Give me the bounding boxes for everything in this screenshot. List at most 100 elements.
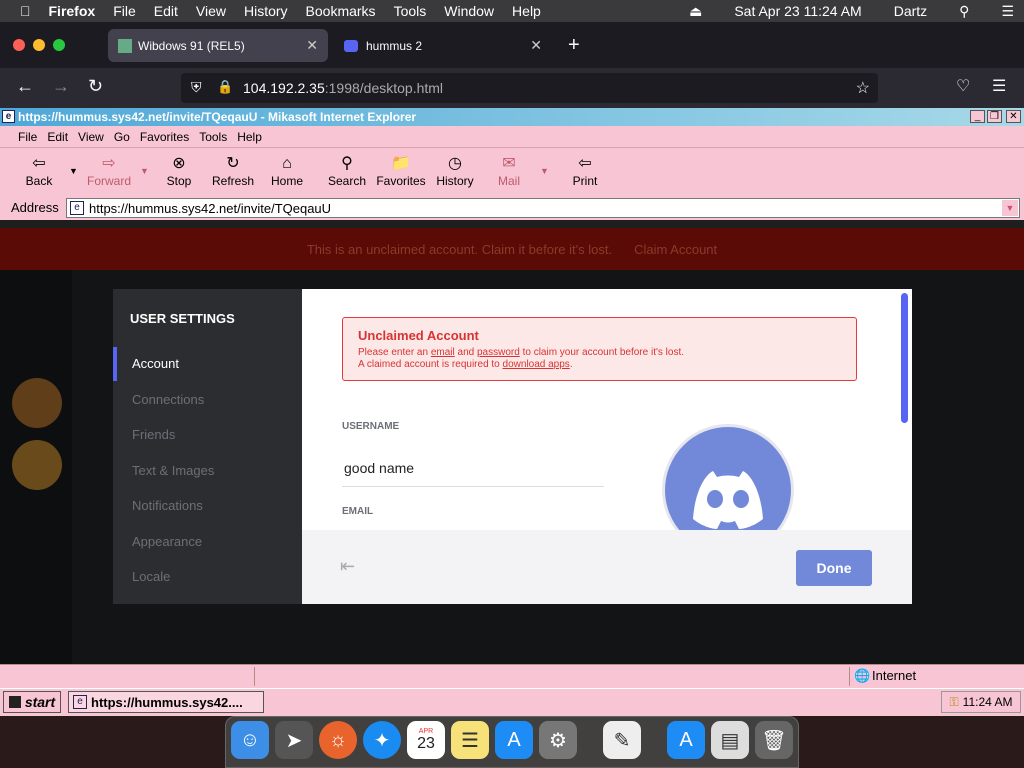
ie-stop-button[interactable]: ⊗ Stop	[149, 154, 209, 188]
notes-icon[interactable]: ☰	[451, 721, 489, 759]
launchpad-icon[interactable]: ➤	[275, 721, 313, 759]
menu-tools[interactable]: Tools	[394, 3, 427, 19]
menu-file[interactable]: File	[113, 3, 136, 19]
logout-icon[interactable]: ⇤	[340, 556, 355, 577]
menubar-datetime[interactable]: Sat Apr 23 11:24 AM	[734, 3, 861, 19]
email-link[interactable]: email	[431, 347, 455, 358]
ie-statusbar: 🌐 Internet	[0, 664, 1024, 688]
reload-icon[interactable]: ↻	[88, 76, 103, 97]
ie-menu-view[interactable]: View	[78, 130, 104, 144]
ie-favorites-button[interactable]: 📁 Favorites	[371, 154, 431, 188]
app-store-icon[interactable]: A	[495, 721, 533, 759]
app-store-download-icon[interactable]: A	[667, 721, 705, 759]
username-field[interactable]: good name	[344, 460, 414, 476]
eject-icon[interactable]: ⏏	[689, 3, 702, 20]
ie-menu-edit[interactable]: Edit	[47, 130, 68, 144]
status-pane	[254, 667, 850, 686]
apple-icon[interactable]: 	[20, 3, 31, 19]
bookmark-star-icon[interactable]: ☆	[856, 78, 870, 98]
ie-menu-file[interactable]: File	[18, 130, 37, 144]
menu-window[interactable]: Window	[444, 3, 494, 19]
finder-icon[interactable]: ☺	[231, 721, 269, 759]
minimize-window-button[interactable]	[33, 39, 45, 51]
ie-minimize-button[interactable]: _	[970, 110, 985, 123]
favorites-icon: 📁	[391, 155, 411, 172]
done-button[interactable]: Done	[796, 550, 872, 586]
calendar-icon[interactable]: APR 23	[407, 721, 445, 759]
shield-icon[interactable]: ⛨	[191, 79, 202, 96]
close-tab-icon[interactable]: ✕	[530, 37, 542, 54]
back-icon[interactable]: ←	[16, 76, 34, 97]
menu-history[interactable]: History	[244, 3, 288, 19]
taskbar-clock[interactable]: ⚿ 11:24 AM	[941, 691, 1021, 713]
ie-history-button[interactable]: ◷ History	[425, 154, 485, 188]
ie-close-button[interactable]: ✕	[1006, 110, 1021, 123]
email-label: EMAIL	[342, 506, 374, 517]
menubar-user[interactable]: Dartz	[894, 3, 927, 19]
menu-bookmarks[interactable]: Bookmarks	[306, 3, 376, 19]
ie-home-button[interactable]: ⌂ Home	[257, 154, 317, 188]
hamburger-menu-icon[interactable]: ☰	[992, 76, 1006, 96]
document-icon[interactable]: ▤	[711, 721, 749, 759]
safari-icon[interactable]: ✦	[363, 721, 401, 759]
lock-icon[interactable]: 🔒	[217, 79, 233, 95]
settings-item-locale[interactable]: Locale	[132, 569, 170, 584]
settings-item-appearance[interactable]: Appearance	[132, 534, 202, 549]
textedit-icon[interactable]: ✎	[603, 721, 641, 759]
ie-address-input[interactable]: e https://hummus.sys42.net/invite/TQeqau…	[66, 198, 1020, 218]
forward-dropdown-icon[interactable]: ▼	[140, 166, 149, 176]
firefox-icon[interactable]: ☼	[319, 721, 357, 759]
system-preferences-icon[interactable]: ⚙	[539, 721, 577, 759]
ie-print-button[interactable]: ⇦ Print	[555, 154, 615, 188]
unclaimed-banner: This is an unclaimed account. Claim it b…	[0, 228, 1024, 270]
menu-help[interactable]: Help	[512, 3, 541, 19]
username-label: USERNAME	[342, 421, 400, 432]
download-apps-link[interactable]: download apps	[503, 359, 570, 370]
trash-icon[interactable]: 🗑	[755, 721, 793, 759]
ie-refresh-button[interactable]: ↻ Refresh	[203, 154, 263, 188]
url-bar[interactable]: ⛨ 🔒 104.192.2.35 :1998/desktop.html ☆	[181, 73, 878, 103]
close-tab-icon[interactable]: ✕	[306, 37, 318, 54]
menu-view[interactable]: View	[196, 3, 226, 19]
tab-label: Wibdows 91 (REL5)	[138, 38, 245, 53]
back-arrow-icon: ⇦	[32, 155, 46, 172]
menu-app[interactable]: Firefox	[49, 3, 96, 19]
ie-restore-button[interactable]: ❐	[987, 110, 1002, 123]
start-button[interactable]: start	[3, 691, 61, 713]
claim-account-button[interactable]: Claim Account	[634, 242, 717, 257]
settings-item-text-images[interactable]: Text & Images	[132, 463, 214, 478]
back-dropdown-icon[interactable]: ▼	[69, 166, 78, 176]
new-tab-icon[interactable]: +	[568, 34, 580, 57]
ie-menu-go[interactable]: Go	[114, 130, 130, 144]
forward-icon[interactable]: →	[52, 76, 70, 97]
ie-forward-button[interactable]: ⇨ Forward	[79, 154, 139, 188]
modal-scrollbar[interactable]	[901, 293, 908, 423]
pocket-icon[interactable]: ♡	[956, 76, 970, 96]
control-center-icon[interactable]: ☰	[1001, 3, 1014, 20]
settings-item-friends[interactable]: Friends	[132, 427, 175, 442]
url-path: :1998/desktop.html	[324, 80, 444, 96]
taskbar-item-ie[interactable]: e https://hummus.sys42....	[68, 691, 264, 713]
tab-wibdows[interactable]: Wibdows 91 (REL5) ✕	[108, 29, 328, 62]
tab-hummus[interactable]: hummus 2 ✕	[334, 29, 552, 62]
ie-logo-icon: e	[2, 110, 15, 123]
zoom-window-button[interactable]	[53, 39, 65, 51]
ie-title-text: https://hummus.sys42.net/invite/TQeqauU …	[18, 110, 417, 124]
banner-text: This is an unclaimed account. Claim it b…	[306, 241, 613, 257]
unclaimed-alert: Unclaimed Account Please enter an email …	[342, 317, 857, 381]
ie-search-button[interactable]: ⚲ Search	[317, 154, 377, 188]
settings-item-connections[interactable]: Connections	[132, 392, 204, 407]
password-link[interactable]: password	[477, 347, 520, 358]
settings-item-account[interactable]: Account	[132, 356, 179, 371]
settings-item-notifications[interactable]: Notifications	[132, 498, 203, 513]
ie-back-button[interactable]: ⇦ Back	[9, 154, 69, 188]
ie-mail-button[interactable]: ✉ Mail	[479, 154, 539, 188]
close-window-button[interactable]	[13, 39, 25, 51]
ie-menu-favorites[interactable]: Favorites	[140, 130, 189, 144]
ie-menu-tools[interactable]: Tools	[199, 130, 227, 144]
menu-edit[interactable]: Edit	[154, 3, 178, 19]
mail-dropdown-icon[interactable]: ▼	[540, 166, 549, 176]
spotlight-icon[interactable]: ⚲	[959, 3, 969, 20]
address-dropdown-icon[interactable]: ▼	[1002, 200, 1018, 216]
ie-menu-help[interactable]: Help	[237, 130, 262, 144]
